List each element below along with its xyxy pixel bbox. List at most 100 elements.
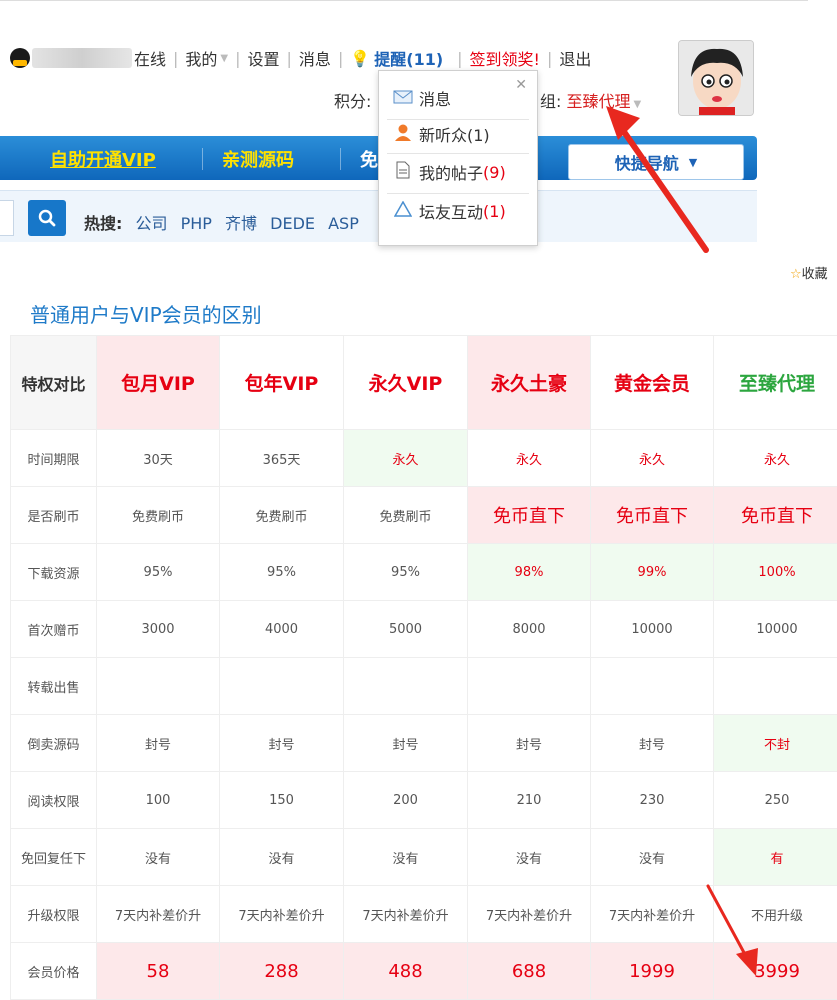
logout-link[interactable]: 退出 [559,46,591,70]
table-header-row: 特权对比 包月VIP 包年VIP 永久VIP 永久土豪 黄金会员 至臻代理 [11,336,837,430]
qq-icon [10,48,30,68]
table-header: 永久土豪 [468,336,591,430]
table-cell: 1999 [591,943,714,1000]
table-header: 包月VIP [97,336,220,430]
table-cell: 7天内补差价升 [344,886,468,943]
table-cell: 封号 [97,715,220,772]
table-cell: 免回复任下 [11,829,97,886]
divider: | [287,49,292,68]
table-cell: 488 [344,943,468,1000]
messages-link[interactable]: 消息 [299,46,331,70]
divider: | [338,49,343,68]
divider [202,148,203,170]
quick-nav-button[interactable]: 快捷导航 ▼ [568,144,744,180]
nav-item-vip[interactable]: 自助开通VIP [50,146,156,172]
quick-nav-label: 快捷导航 [615,150,679,174]
hot-term[interactable]: DEDE [270,214,315,233]
settings-link[interactable]: 设置 [248,46,280,70]
table-cell: 免币直下 [468,487,591,544]
table-cell: 10000 [714,601,837,658]
search-input[interactable] [0,200,14,236]
table-cell: 95% [97,544,220,601]
table-cell: 封号 [220,715,344,772]
table-cell: 3999 [714,943,837,1000]
site-header: 在线 | 我的▼ | 设置 | 消息 | 💡 提醒(11) | 签到领奖! | … [0,0,808,258]
triangle-icon [393,201,413,221]
dropdown-label: 坛友互动 [419,199,483,223]
my-menu[interactable]: 我的 [185,46,217,70]
search-button[interactable] [28,200,66,236]
avatar[interactable] [678,40,754,116]
table-cell: 8000 [468,601,591,658]
divider [387,193,529,194]
table-row: 时间期限 30天 365天 永久 永久 永久 永久 [11,430,837,487]
checkin-link[interactable]: 签到领奖! [470,46,540,70]
vip-comparison-table: 特权对比 包月VIP 包年VIP 永久VIP 永久土豪 黄金会员 至臻代理 时间… [10,335,837,1000]
table-row: 转载出售 [11,658,837,715]
table-cell: 免费刷币 [220,487,344,544]
divider: | [457,49,462,68]
table-cell: 没有 [468,829,591,886]
hot-term[interactable]: PHP [181,214,212,233]
blurred-username [32,48,132,68]
table-cell: 100% [714,544,837,601]
table-cell: 免币直下 [591,487,714,544]
table-cell: 58 [97,943,220,1000]
table-cell: 99% [591,544,714,601]
dropdown-item-followers[interactable]: 新听众(1) [393,121,490,147]
favorite-label: 收藏 [802,267,828,282]
table-cell: 倒卖源码 [11,715,97,772]
table-row: 阅读权限 100 150 200 210 230 250 [11,772,837,829]
section-title: 普通用户与VIP会员的区别 [30,299,262,328]
table-cell: 230 [591,772,714,829]
star-icon: ☆ [790,267,802,282]
dropdown-item-interaction[interactable]: 坛友互动(1) [393,198,506,224]
search-icon [38,209,56,227]
table-cell: 会员价格 [11,943,97,1000]
dropdown-item-posts[interactable]: 我的帖子(9) [393,159,506,185]
table-cell: 时间期限 [11,430,97,487]
table-cell: 没有 [591,829,714,886]
hot-term[interactable]: 公司 [136,214,168,233]
avatar-image [679,41,754,116]
document-icon [393,161,413,183]
table-cell [97,658,220,715]
hot-search-label: 热搜: [84,214,122,233]
table-cell [344,658,468,715]
favorite-link[interactable]: ☆收藏 [790,263,828,282]
table-cell: 免费刷币 [97,487,220,544]
hot-term[interactable]: 齐博 [225,214,257,233]
table-cell: 永久 [468,430,591,487]
table-cell: 7天内补差价升 [220,886,344,943]
chevron-down-icon: ▼ [689,156,697,169]
nav-item-free[interactable]: 免 [360,146,378,172]
table-cell: 封号 [591,715,714,772]
reminders-dropdown: ✕ 消息 新听众(1) 我的帖子(9) 坛友互动(1) [378,70,538,246]
hot-search: 热搜: 公司 PHP 齐博 DEDE ASP [84,210,367,234]
chevron-down-icon[interactable]: ▼ [220,53,228,64]
table-cell: 阅读权限 [11,772,97,829]
table-cell: 95% [344,544,468,601]
hot-term[interactable]: ASP [328,214,359,233]
table-cell: 200 [344,772,468,829]
table-header: 包年VIP [220,336,344,430]
dropdown-item-messages[interactable]: 消息 [393,85,451,111]
table-cell: 30天 [97,430,220,487]
table-cell: 210 [468,772,591,829]
table-cell: 4000 [220,601,344,658]
chevron-down-icon[interactable]: ▼ [634,99,642,110]
table-cell: 永久 [714,430,837,487]
close-icon[interactable]: ✕ [515,77,527,93]
posts-count: (9) [483,163,506,182]
table-cell [220,658,344,715]
table-cell: 7天内补差价升 [591,886,714,943]
table-cell: 150 [220,772,344,829]
nav-item-source[interactable]: 亲测源码 [222,146,294,172]
table-cell: 有 [714,829,837,886]
group-value[interactable]: 至臻代理 [567,92,631,111]
table-cell: 转载出售 [11,658,97,715]
table-cell: 不用升级 [714,886,837,943]
table-cell: 3000 [97,601,220,658]
reminders-link[interactable]: 提醒(11) [374,46,443,70]
table-header: 永久VIP [344,336,468,430]
